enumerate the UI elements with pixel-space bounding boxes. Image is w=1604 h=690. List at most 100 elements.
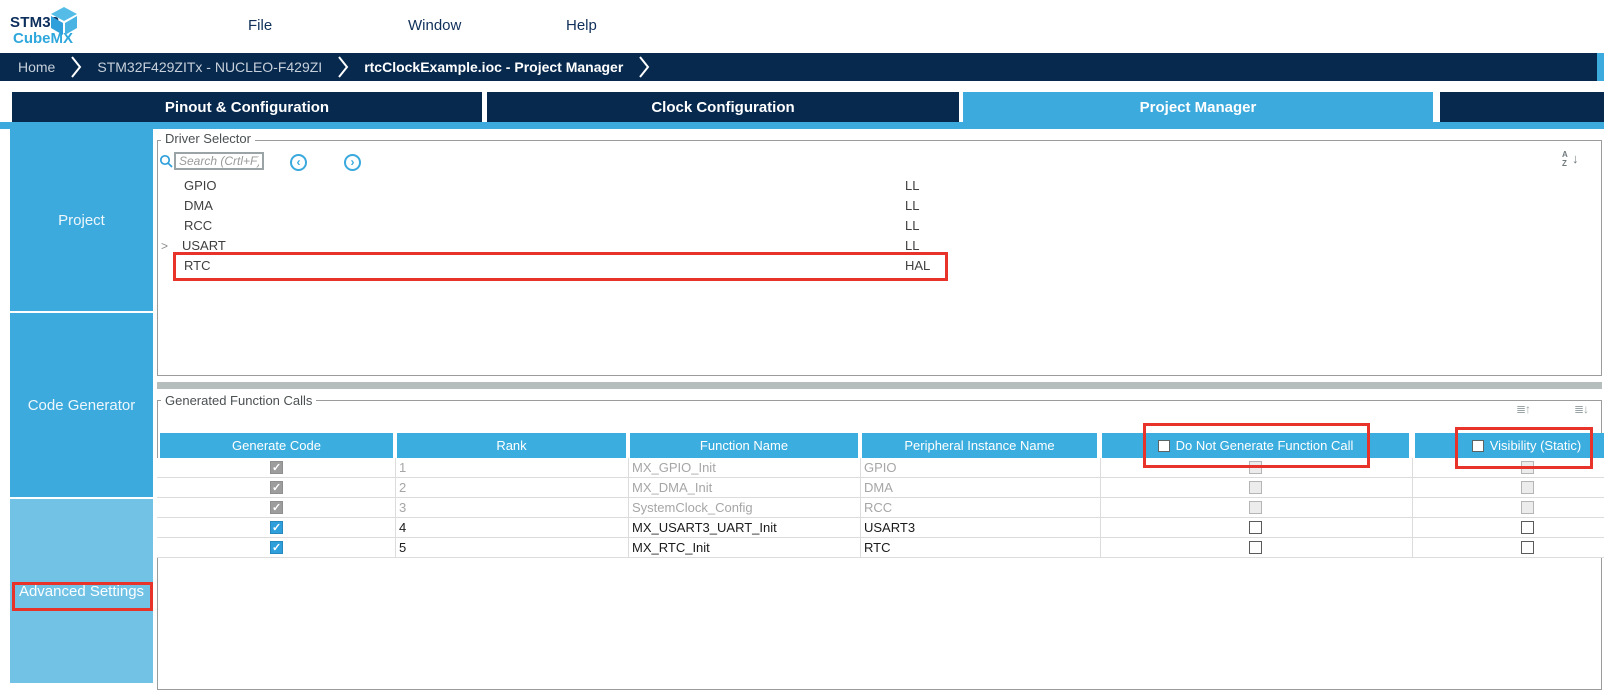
tab-pinout-configuration[interactable]: Pinout & Configuration (12, 92, 482, 122)
rank-cell: 1 (399, 458, 406, 478)
column-header-label: Rank (496, 438, 526, 453)
project-manager-sidebar: Project Code Generator Advanced Settings (10, 129, 153, 683)
column-header-peripheral-instance-name[interactable]: Peripheral Instance Name (862, 433, 1097, 458)
menu-file[interactable]: File (248, 17, 272, 34)
generate-code-checkbox[interactable] (270, 541, 283, 554)
chevron-right-icon (337, 55, 349, 79)
rank-cell: 4 (399, 518, 406, 538)
visibility-checkbox[interactable] (1521, 501, 1534, 514)
column-header-label: Peripheral Instance Name (904, 438, 1054, 453)
function-name-cell: MX_GPIO_Init (632, 458, 716, 478)
visibility-header-checkbox[interactable] (1472, 440, 1484, 452)
driver-row-dma[interactable]: DMA LL (157, 196, 1602, 216)
driver-value: HAL (905, 256, 930, 276)
table-row-usart3[interactable]: 4 MX_USART3_UART_Init USART3 (157, 518, 1604, 538)
driver-row-rtc[interactable]: RTC HAL (157, 256, 1602, 276)
column-separator (395, 458, 396, 558)
generate-code-checkbox[interactable] (270, 481, 283, 494)
sidebar-item-code-generator[interactable]: Code Generator (10, 313, 153, 497)
column-header-label: Function Name (700, 438, 788, 453)
breadcrumb: Home STM32F429ZITx - NUCLEO-F429ZI rtcCl… (0, 53, 1604, 81)
table-row-rtc[interactable]: 5 MX_RTC_Init RTC (157, 538, 1604, 558)
table-row-rcc[interactable]: 3 SystemClock_Config RCC (157, 498, 1604, 518)
table-row-dma[interactable]: 2 MX_DMA_Init DMA (157, 478, 1604, 498)
column-separator (1412, 458, 1413, 558)
generate-code-checkbox[interactable] (270, 521, 283, 534)
function-name-cell: SystemClock_Config (632, 498, 753, 518)
breadcrumb-home[interactable]: Home (18, 59, 55, 75)
chevron-right-icon (70, 55, 82, 79)
driver-name: RTC (184, 256, 210, 276)
sidebar-item-label: Advanced Settings (19, 583, 144, 600)
peripheral-cell: GPIO (864, 458, 897, 478)
driver-row-gpio[interactable]: GPIO LL (157, 176, 1602, 196)
peripheral-cell: DMA (864, 478, 893, 498)
search-previous-button[interactable]: ‹ (290, 154, 307, 171)
function-name-cell: MX_USART3_UART_Init (632, 518, 777, 538)
column-header-visibility-static[interactable]: Visibility (Static) (1415, 433, 1604, 458)
rank-cell: 5 (399, 538, 406, 558)
sidebar-item-advanced-settings[interactable]: Advanced Settings (10, 499, 153, 683)
rank-cell: 2 (399, 478, 406, 498)
active-tab-strip (0, 122, 1604, 129)
column-header-function-name[interactable]: Function Name (630, 433, 858, 458)
driver-row-rcc[interactable]: RCC LL (157, 216, 1602, 236)
column-header-label: Do Not Generate Function Call (1176, 438, 1354, 453)
table-row-gpio[interactable]: 1 MX_GPIO_Init GPIO (157, 458, 1604, 478)
sidebar-item-label: Project (58, 212, 105, 229)
sort-descending-icon[interactable]: ≣↓ (1574, 402, 1588, 416)
breadcrumb-mcu-board[interactable]: STM32F429ZITx - NUCLEO-F429ZI (97, 59, 322, 75)
column-header-label: Generate Code (232, 438, 321, 453)
menu-help[interactable]: Help (566, 17, 597, 34)
do-not-generate-checkbox[interactable] (1249, 541, 1262, 554)
chevron-right-icon (638, 55, 650, 79)
peripheral-cell: USART3 (864, 518, 915, 538)
sort-alphabetical-icon[interactable]: AZ↓ (1562, 150, 1586, 170)
column-header-rank[interactable]: Rank (397, 433, 626, 458)
driver-selector-title: Driver Selector (161, 131, 255, 146)
sidebar-item-label: Code Generator (28, 397, 136, 414)
column-header-do-not-generate-function-call[interactable]: Do Not Generate Function Call (1102, 433, 1409, 458)
rank-cell: 3 (399, 498, 406, 518)
function-name-cell: MX_DMA_Init (632, 478, 712, 498)
sort-ascending-icon[interactable]: ≣↑ (1516, 402, 1530, 416)
breadcrumb-current-project[interactable]: rtcClockExample.ioc - Project Manager (364, 59, 623, 75)
horizontal-splitter[interactable] (157, 382, 1602, 389)
do-not-generate-header-checkbox[interactable] (1158, 440, 1170, 452)
driver-row-usart[interactable]: > USART LL (157, 236, 1602, 256)
tab-project-manager[interactable]: Project Manager (963, 92, 1433, 122)
peripheral-cell: RCC (864, 498, 892, 518)
driver-value: LL (905, 176, 919, 196)
do-not-generate-checkbox[interactable] (1249, 461, 1262, 474)
visibility-checkbox[interactable] (1521, 521, 1534, 534)
driver-name: USART (182, 236, 226, 256)
driver-value: LL (905, 196, 919, 216)
generate-code-checkbox[interactable] (270, 461, 283, 474)
tab-clock-configuration[interactable]: Clock Configuration (487, 92, 959, 122)
visibility-checkbox[interactable] (1521, 461, 1534, 474)
menu-window[interactable]: Window (408, 17, 461, 34)
do-not-generate-checkbox[interactable] (1249, 521, 1262, 534)
breadcrumb-edge-accent (1597, 53, 1604, 81)
sidebar-item-project[interactable]: Project (10, 129, 153, 311)
tab-empty[interactable] (1440, 92, 1604, 122)
column-header-label: Visibility (Static) (1490, 438, 1582, 453)
do-not-generate-checkbox[interactable] (1249, 501, 1262, 514)
visibility-checkbox[interactable] (1521, 541, 1534, 554)
visibility-checkbox[interactable] (1521, 481, 1534, 494)
expand-chevron-icon[interactable]: > (161, 236, 168, 256)
top-bar: STM32 CubeMX File Window Help (0, 0, 1604, 53)
peripheral-cell: RTC (864, 538, 890, 558)
function-name-cell: MX_RTC_Init (632, 538, 710, 558)
search-next-button[interactable]: › (344, 154, 361, 171)
search-input[interactable] (174, 152, 264, 170)
search-icon (159, 154, 173, 173)
column-separator (860, 458, 861, 558)
driver-name: RCC (184, 216, 212, 236)
driver-value: LL (905, 216, 919, 236)
generate-code-checkbox[interactable] (270, 501, 283, 514)
column-separator (1100, 458, 1101, 558)
driver-name: GPIO (184, 176, 217, 196)
column-header-generate-code[interactable]: Generate Code (160, 433, 393, 458)
do-not-generate-checkbox[interactable] (1249, 481, 1262, 494)
